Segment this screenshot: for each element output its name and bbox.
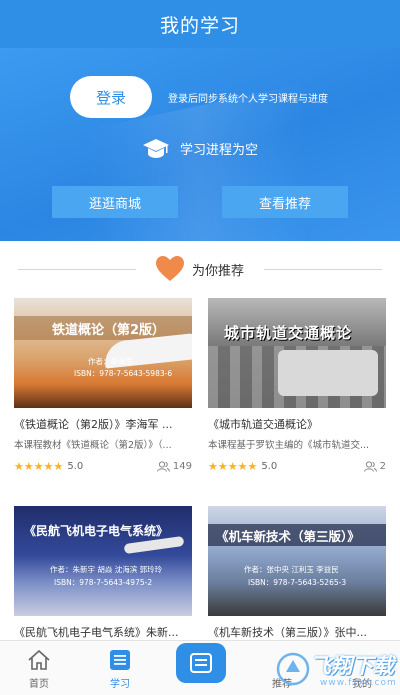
tab-study-label: 学习 [110,679,130,690]
login-tip: 登录后同步系统个人学习课程与进度 [168,94,328,105]
cover-isbn: ISBN：978-7-5643-5265-3 [248,578,347,587]
browse-mall-button[interactable]: 逛逛商城 [52,186,178,218]
learner-count: 2 [363,460,386,472]
book-card[interactable]: 城市轨道交通概论 《城市轨道交通概论》 本课程基于罗钦主编的《城市轨道交... … [208,298,386,473]
site-watermark: 飞翔下载 www.fxxz.com [276,648,397,692]
user-icon [156,460,170,472]
graduation-cap-icon [143,139,169,158]
study-hero-panel: 登录 登录后同步系统个人学习课程与进度 学习进程为空 逛逛商城 查看推荐 [0,48,400,241]
cover-title: 城市轨道交通概论 [224,324,353,342]
top-bar: 我的学习 [0,0,400,48]
train-image [278,350,378,396]
book-cover[interactable]: 《民航飞机电子电气系统》 作者：朱新宇 胡焱 沈海滨 郭玲玲 ISBN：978-… [14,506,192,616]
learner-count-value: 149 [172,460,192,472]
recommend-section-header: 为你推荐 [0,252,400,286]
tab-home-label: 首页 [29,679,49,690]
learner-count: 149 [156,460,192,472]
book-card[interactable]: 《机车新技术（第三版）》 作者：张中央 江利玉 李益民 ISBN：978-7-5… [208,506,386,640]
cover-isbn: ISBN：978-7-5643-5983-6 [74,369,173,378]
book-title[interactable]: 《城市轨道交通概论》 [208,416,386,432]
divider [18,269,136,270]
tab-home[interactable]: 首页 [9,641,69,695]
book-cover[interactable]: 铁道概论（第2版） 作者：李海军 ISBN：978-7-5643-5983-6 [14,298,192,408]
center-button[interactable] [176,643,226,683]
tab-study[interactable]: 学习 [90,641,150,695]
book-cover[interactable]: 《机车新技术（第三版）》 作者：张中央 江利玉 李益民 ISBN：978-7-5… [208,506,386,616]
book-meta: ★★★★★ 5.0 2 [208,459,386,473]
progress-status: 学习进程为空 [142,136,258,160]
rating-score: 5.0 [67,460,84,472]
tab-center[interactable] [171,641,231,695]
watermark-url: www.fxxz.com [320,678,397,688]
book-desc: 本课程教材《铁道概论（第2版）》（... [14,440,172,451]
book-desc: 本课程基于罗钦主编的《城市轨道交... [208,440,370,451]
book-title[interactable]: 《机车新技术（第三版）》张中... [208,624,386,640]
rating-score: 5.0 [261,460,278,472]
menu-icon [190,653,212,673]
cover-author: 作者：张中央 江利玉 李益民 [244,565,339,574]
view-recommend-button[interactable]: 查看推荐 [222,186,348,218]
home-icon [28,649,50,670]
book-card[interactable]: 《民航飞机电子电气系统》 作者：朱新宇 胡焱 沈海滨 郭玲玲 ISBN：978-… [14,506,192,640]
watermark-logo-icon [276,652,310,686]
cover-author: 作者：李海军 [88,357,133,366]
book-title[interactable]: 《民航飞机电子电气系统》朱新... [14,624,192,640]
book-meta: ★★★★★ 5.0 149 [14,459,192,473]
book-card[interactable]: 铁道概论（第2版） 作者：李海军 ISBN：978-7-5643-5983-6 … [14,298,192,473]
learner-count-value: 2 [379,460,386,472]
login-button[interactable]: 登录 [70,76,152,118]
star-icon: ★★★★★ [14,459,64,473]
book-title[interactable]: 《铁道概论（第2版）》李海军 ... [14,416,192,432]
progress-text: 学习进程为空 [180,142,259,158]
cover-title: 《机车新技术（第三版）》 [216,529,360,544]
book-cover[interactable]: 城市轨道交通概论 [208,298,386,408]
heart-icon [155,256,184,281]
star-icon: ★★★★★ [208,459,258,473]
user-icon [363,460,377,472]
page-title: 我的学习 [159,14,240,37]
cover-title: 铁道概论（第2版） [52,323,166,338]
watermark-text: 飞翔下载 [310,654,394,678]
cover-author: 作者：朱新宇 胡焱 沈海滨 郭玲玲 [50,565,163,574]
cover-isbn: ISBN：978-7-5643-4975-2 [54,578,153,587]
cover-title: 《民航飞机电子电气系统》 [24,524,169,538]
book-icon [110,650,130,670]
recommend-title: 为你推荐 [191,263,244,279]
divider [264,269,382,270]
